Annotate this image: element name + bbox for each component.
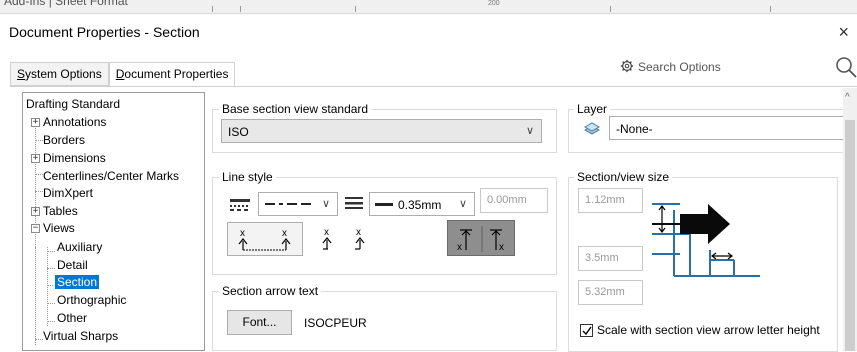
- arrow-style-button-2[interactable]: x x: [316, 222, 374, 256]
- line-style-icon: [230, 199, 250, 211]
- dash-dot-pattern: [265, 203, 311, 205]
- svg-text:x: x: [282, 228, 287, 239]
- arrow-size-field-2[interactable]: 3.5mm: [578, 246, 643, 271]
- arrow-size-field-3[interactable]: 5.32mm: [578, 280, 643, 305]
- expand-icon[interactable]: +: [31, 154, 40, 163]
- arrow-size-field-1[interactable]: 1.12mm: [578, 188, 643, 213]
- dialog-title-bar: Document Properties - Section ×: [0, 15, 857, 49]
- vertical-scrollbar[interactable]: ^: [843, 88, 857, 351]
- scrollbar-thumb[interactable]: [845, 120, 855, 351]
- tab-system-options[interactable]: System Options: [10, 62, 109, 86]
- scroll-up-icon[interactable]: ^: [845, 92, 850, 103]
- options-tree: Drafting Standard + Annotations Borders …: [22, 92, 205, 351]
- tree-item-dimxpert[interactable]: DimXpert: [43, 186, 93, 203]
- section-arrow-top-icon: x x: [457, 226, 504, 253]
- line-style-label: Line style: [219, 170, 276, 184]
- line-thickness-dropdown[interactable]: 0.35mm ∨: [369, 192, 475, 216]
- layer-dropdown[interactable]: -None-: [609, 116, 849, 140]
- section-arrow-text-label: Section arrow text: [219, 284, 322, 298]
- tree-item-views[interactable]: Views: [43, 221, 75, 238]
- gear-icon: [620, 59, 634, 73]
- svg-text:x: x: [324, 227, 329, 238]
- section-view-size-label: Section/view size: [574, 170, 673, 184]
- svg-text:x: x: [240, 228, 245, 239]
- arrow-style-button-1[interactable]: x x: [227, 222, 303, 256]
- background-window-strip: Add-Ins | Sheet Format 200: [0, 0, 857, 14]
- collapse-icon[interactable]: −: [31, 224, 40, 233]
- layer-icon: [583, 122, 601, 135]
- layer-label: Layer: [574, 102, 611, 116]
- tree-item-other[interactable]: Other: [57, 311, 87, 328]
- section-arrow-open-icon: x x: [322, 227, 365, 250]
- tree-item-section[interactable]: Section: [55, 275, 100, 292]
- tab-divider: [10, 86, 857, 87]
- scale-with-arrow-label[interactable]: Scale with section view arrow letter hei…: [597, 323, 820, 337]
- arrow-style-button-3[interactable]: x x: [447, 220, 515, 256]
- svg-text:x: x: [457, 242, 462, 253]
- custom-thickness-field[interactable]: 0.00mm: [480, 188, 548, 213]
- search-options[interactable]: Search Options: [616, 57, 857, 79]
- tree-item-orthographic[interactable]: Orthographic: [57, 293, 126, 310]
- close-icon[interactable]: ×: [838, 22, 849, 43]
- tree-item-dimensions[interactable]: Dimensions: [43, 151, 106, 168]
- font-name: ISOCPEUR: [304, 316, 367, 330]
- chevron-down-icon: ∨: [321, 198, 330, 210]
- base-section-dropdown[interactable]: ISO ∨: [221, 119, 542, 143]
- tree-item-centerlines[interactable]: Centerlines/Center Marks: [43, 169, 179, 186]
- dialog-title: Document Properties - Section: [9, 24, 200, 40]
- tree-item-detail[interactable]: Detail: [57, 258, 88, 275]
- scale-with-arrow-checkbox[interactable]: [580, 324, 593, 337]
- ruler-label: 200: [488, 0, 500, 7]
- section-arrow-diagram: [652, 203, 760, 277]
- chevron-down-icon: ∨: [458, 198, 467, 210]
- font-button[interactable]: Font...: [227, 310, 292, 335]
- background-tabs-text: Add-Ins | Sheet Format: [4, 0, 128, 8]
- tree-item-borders[interactable]: Borders: [43, 133, 85, 150]
- line-thickness-icon: [345, 197, 363, 209]
- base-section-label: Base section view standard: [219, 102, 372, 116]
- expand-icon[interactable]: +: [31, 118, 40, 127]
- checkmark-icon: [582, 326, 592, 336]
- tree-item-annotations[interactable]: Annotations: [43, 115, 106, 132]
- svg-text:x: x: [356, 227, 361, 238]
- tree-item-tables[interactable]: Tables: [43, 204, 78, 221]
- expand-icon[interactable]: +: [31, 207, 40, 216]
- line-style-dropdown[interactable]: ∨: [258, 192, 338, 216]
- tree-item-virtual-sharps[interactable]: Virtual Sharps: [43, 329, 118, 346]
- section-arrow-icon: x x: [238, 228, 291, 251]
- tab-document-properties[interactable]: Document Properties: [108, 62, 236, 86]
- search-icon[interactable]: [834, 55, 857, 79]
- chevron-down-icon: ∨: [525, 125, 534, 137]
- svg-text:x: x: [499, 242, 504, 253]
- tree-item-drafting-standard[interactable]: Drafting Standard: [26, 97, 120, 114]
- tree-item-auxiliary[interactable]: Auxiliary: [57, 240, 102, 257]
- search-input[interactable]: Search Options: [638, 60, 721, 74]
